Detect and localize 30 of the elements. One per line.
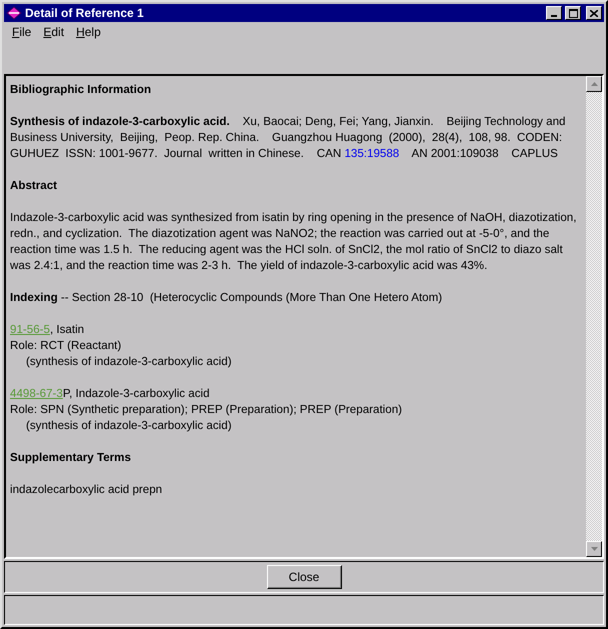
role-text: Role: SPN (Synthetic preparation); PREP (Preparation); PREP (Preparation) (10, 402, 404, 418)
scroll-down-button[interactable] (586, 541, 602, 557)
section-heading: Supplementary Terms (10, 450, 132, 466)
role-note: (synthesis of indazole-3-carboxylic acid) (25, 354, 233, 370)
paragraph: Indazole-3-carboxylic acid was synthesized from isatin by ring opening in the presence of NaOH, diazotization, redn., and cyclization. The diazotization agent was NaNO2; the reaction was carried out at -5-0°, and the reaction time was 1.5 h. The reducing agent was the HCl soln. of SnCl2, the mol ratio of SnCl2 to diazo salt was 2.4:1, and the reaction time was 2-3 h. The yield of indazole-3-carboxylic acid was 43%. (10, 210, 578, 274)
down-arrow-icon (590, 547, 598, 551)
minimize-button[interactable] (546, 6, 562, 20)
close-button[interactable] (586, 6, 602, 20)
close-dialog-button[interactable]: Close (266, 565, 342, 589)
window-title: Detail of Reference 1 (25, 6, 145, 20)
menu-item[interactable]: File (6, 25, 38, 39)
substance-line: 4498-67-3P, Indazole-3-carboxylic acid (10, 386, 211, 402)
section-heading: Bibliographic Information (10, 82, 152, 98)
section-heading: Abstract (10, 178, 58, 194)
role-note: (synthesis of indazole-3-carboxylic acid) (25, 418, 233, 434)
app-icon (6, 6, 22, 20)
maximize-button[interactable] (565, 6, 581, 20)
scroll-up-button[interactable] (586, 76, 602, 92)
paragraph: indazolecarboxylic acid prepn (10, 482, 164, 498)
reference-link[interactable]: 135:19588 (344, 147, 400, 160)
close-icon (590, 10, 598, 16)
paragraph: Indexing -- Section 28-10 (Heterocyclic Compounds (More Than One Hetero Atom) (10, 290, 444, 306)
citation-paragraph: Synthesis of indazole-3-carboxylic acid. Xu, Baocai; Deng, Fei; Yang, Jianxin. Beijing Technology and Business University, Beijing, Peop. Rep. China. Guangzhou Huagong (2000), 28(4), 108, 98. CODEN: GUHUEZ ISSN: 1001-9677. Journal written in Chinese. CAN 135:19588 AN 2001:109038 CAPLUS (10, 114, 567, 162)
role-text: Role: RCT (Reactant) (10, 338, 122, 354)
menu-item[interactable]: Help (70, 25, 107, 39)
menu-item[interactable]: Edit (37, 25, 70, 39)
vertical-scrollbar[interactable] (586, 76, 602, 557)
substance-line: 91-56-5, Isatin (10, 322, 86, 338)
maximize-icon (568, 8, 578, 18)
up-arrow-icon (590, 82, 598, 86)
